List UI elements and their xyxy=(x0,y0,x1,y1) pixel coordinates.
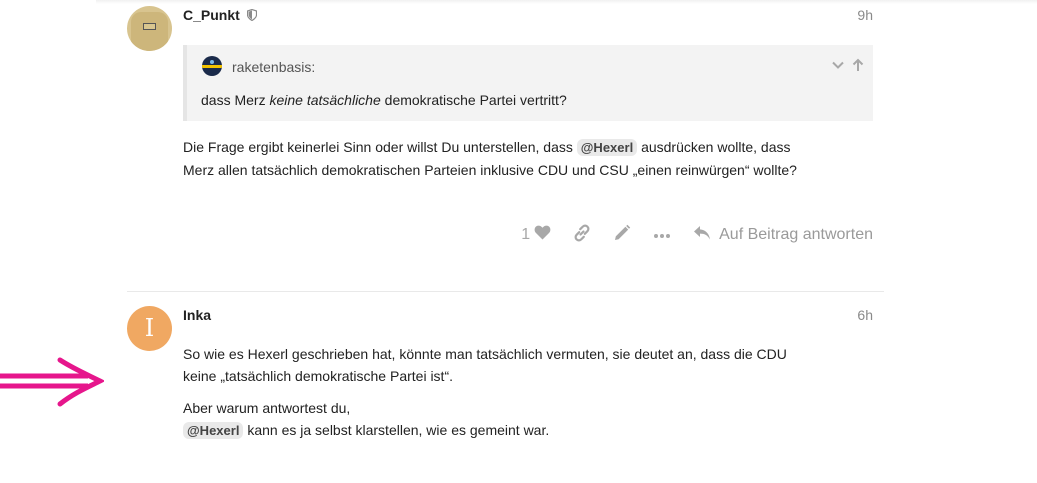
quote-text-after: demokratische Partei vertritt? xyxy=(380,92,567,108)
arrow-up-icon[interactable] xyxy=(851,58,865,77)
reply-button[interactable]: Auf Beitrag antworten xyxy=(693,225,873,246)
quote-text: dass Merz keine tatsächliche demokratisc… xyxy=(201,92,567,108)
para2-line1: Aber warum antwortest du, xyxy=(183,400,351,416)
avatar-shirt-shape xyxy=(131,12,168,51)
quote-avatar-stripe xyxy=(202,65,222,68)
post-body-paragraph: Aber warum antwortest du, @Hexerl kann e… xyxy=(183,397,873,442)
avatar-letter: I xyxy=(144,314,155,342)
para1-line1: So wie es Hexerl geschrieben hat, könnte… xyxy=(183,346,787,362)
pencil-icon[interactable] xyxy=(613,224,631,247)
ellipsis-icon[interactable] xyxy=(653,226,671,244)
shield-icon xyxy=(246,8,257,24)
quote-text-italic: keine tatsächliche xyxy=(269,92,381,108)
reply-label[interactable]: Auf Beitrag antworten xyxy=(719,226,873,244)
body-part2: ausdrücken wollte, dass xyxy=(637,139,791,155)
body-line2: Merz allen tatsächlich demokratischen Pa… xyxy=(183,162,797,178)
avatar-mark-shape xyxy=(143,23,156,30)
post-cpunkt: C_Punkt 9h raketenbasis: dass Merz keine… xyxy=(127,0,873,270)
annotation-arrow-icon xyxy=(0,355,106,414)
quote-author[interactable]: raketenbasis: xyxy=(232,59,315,75)
post-inka: I Inka 6h So wie es Hexerl geschrieben h… xyxy=(127,300,873,483)
post-body: So wie es Hexerl geschrieben hat, könnte… xyxy=(183,343,873,452)
link-icon[interactable] xyxy=(573,224,591,247)
avatar-inka[interactable]: I xyxy=(127,306,172,351)
username-text[interactable]: C_Punkt xyxy=(183,7,240,23)
post-body-paragraph: So wie es Hexerl geschrieben hat, könnte… xyxy=(183,343,873,387)
heart-icon[interactable] xyxy=(534,225,551,245)
post-author-name[interactable]: Inka xyxy=(183,307,211,323)
quote-avatar-dot xyxy=(210,60,214,64)
post-body: Die Frage ergibt keinerlei Sinn oder wil… xyxy=(183,136,873,191)
post-body-paragraph: Die Frage ergibt keinerlei Sinn oder wil… xyxy=(183,136,873,181)
post-time[interactable]: 9h xyxy=(857,7,873,23)
username-text[interactable]: Inka xyxy=(183,307,211,323)
avatar-cpunkt[interactable] xyxy=(127,6,172,51)
reply-icon[interactable] xyxy=(693,225,711,246)
mention-hexerl[interactable]: @Hexerl xyxy=(576,139,638,156)
quote-block: raketenbasis: dass Merz keine tatsächlic… xyxy=(183,45,873,121)
para1-line2: keine „tatsächlich demokratische Partei … xyxy=(183,368,453,384)
quote-text-before: dass Merz xyxy=(201,92,270,108)
like-button[interactable]: 1 xyxy=(521,225,551,245)
chevron-down-icon[interactable] xyxy=(831,58,845,77)
post-divider xyxy=(127,291,884,292)
post-actions: 1 Auf Beitrag antworten xyxy=(499,224,873,246)
share-link-button[interactable] xyxy=(573,224,591,247)
para2-line2-rest: kann es ja selbst klarstellen, wie es ge… xyxy=(243,422,550,438)
more-button[interactable] xyxy=(653,226,671,244)
post-author-name[interactable]: C_Punkt xyxy=(183,7,257,24)
mention-hexerl[interactable]: @Hexerl xyxy=(183,422,244,439)
like-count[interactable]: 1 xyxy=(521,226,530,244)
edit-button[interactable] xyxy=(613,224,631,247)
body-part1: Die Frage ergibt keinerlei Sinn oder wil… xyxy=(183,139,577,155)
post-time[interactable]: 6h xyxy=(857,307,873,323)
quote-controls xyxy=(831,58,865,77)
quote-avatar[interactable] xyxy=(202,56,222,76)
